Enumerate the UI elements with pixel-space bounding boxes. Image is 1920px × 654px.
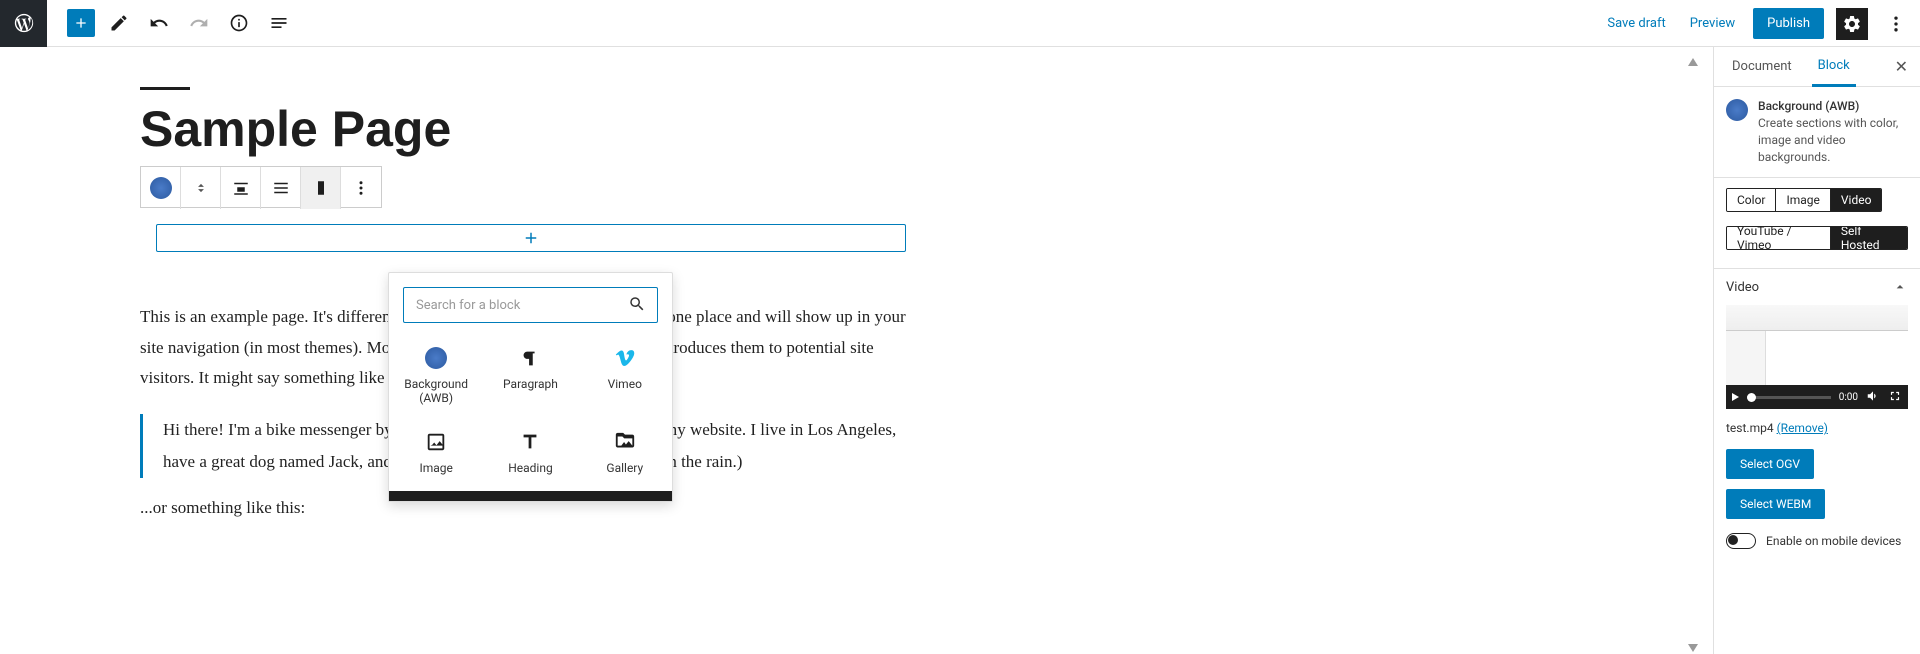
video-controls: 0:00 — [1726, 385, 1908, 409]
block-option-gallery[interactable]: Gallery — [578, 421, 672, 491]
redo-icon[interactable] — [183, 7, 215, 39]
wordpress-logo[interactable] — [0, 0, 47, 47]
vertical-align-icon[interactable] — [301, 167, 341, 209]
chevron-up-icon — [1892, 279, 1908, 295]
video-file-row: test.mp4 (Remove) — [1714, 417, 1920, 445]
background-type-tabs: Color Image Video — [1726, 188, 1882, 212]
page-title[interactable]: Sample Page — [140, 100, 920, 158]
close-sidebar-icon[interactable]: ✕ — [1895, 57, 1908, 76]
block-more-icon[interactable] — [341, 167, 381, 209]
save-draft-button[interactable]: Save draft — [1601, 16, 1671, 31]
publish-button[interactable]: Publish — [1753, 8, 1824, 39]
pill-image[interactable]: Image — [1776, 189, 1830, 211]
settings-sidebar: Document Block ✕ Background (AWB) Create… — [1713, 47, 1920, 654]
tab-document[interactable]: Document — [1726, 47, 1798, 87]
block-option-paragraph[interactable]: Paragraph — [483, 337, 577, 421]
block-search-input[interactable] — [403, 287, 658, 323]
block-info: Background (AWB) Create sections with co… — [1714, 87, 1920, 177]
video-panel-header[interactable]: Video — [1714, 268, 1920, 305]
inserter-button[interactable] — [156, 224, 906, 252]
edit-mode-icon[interactable] — [103, 7, 135, 39]
enable-mobile-label: Enable on mobile devices — [1766, 534, 1901, 548]
block-inserter-popup: Background (AWB) Paragraph Vimeo Image H… — [388, 272, 673, 502]
block-option-heading[interactable]: Heading — [483, 421, 577, 491]
block-option-awb[interactable]: Background (AWB) — [389, 337, 483, 421]
enable-mobile-row: Enable on mobile devices — [1714, 525, 1920, 557]
scrollbar-down-icon[interactable] — [1688, 644, 1698, 652]
play-icon[interactable] — [1732, 393, 1739, 401]
more-options-icon[interactable] — [1880, 8, 1912, 40]
volume-icon[interactable] — [1866, 389, 1880, 406]
preview-button[interactable]: Preview — [1684, 16, 1741, 31]
block-type-icon[interactable] — [141, 167, 181, 209]
fullscreen-icon[interactable] — [1888, 389, 1902, 406]
align-full-icon[interactable] — [261, 167, 301, 209]
info-icon[interactable] — [223, 7, 255, 39]
title-underline — [140, 87, 190, 90]
pill-video[interactable]: Video — [1831, 189, 1882, 211]
top-right-actions: Save draft Preview Publish — [1601, 0, 1912, 47]
pill-self-hosted[interactable]: Self Hosted — [1831, 227, 1907, 249]
popup-footer — [389, 491, 672, 501]
select-ogv-button[interactable]: Select OGV — [1726, 449, 1814, 479]
video-scrubber[interactable] — [1747, 396, 1831, 399]
block-move-icon[interactable] — [181, 167, 221, 209]
awb-block-icon — [1726, 99, 1748, 121]
video-preview[interactable]: 0:00 — [1726, 305, 1908, 409]
scrollbar-up-icon[interactable] — [1688, 58, 1698, 66]
settings-icon[interactable] — [1836, 8, 1868, 40]
pill-color[interactable]: Color — [1727, 189, 1776, 211]
content-width-icon[interactable] — [221, 167, 261, 209]
add-block-button[interactable] — [67, 9, 95, 37]
enable-mobile-toggle[interactable] — [1726, 533, 1756, 549]
video-source-tabs: YouTube / Vimeo Self Hosted — [1726, 226, 1908, 250]
top-toolbar: Save draft Preview Publish — [0, 0, 1920, 47]
block-name: Background (AWB) — [1758, 99, 1908, 113]
tab-block[interactable]: Block — [1812, 47, 1856, 87]
editor-canvas: Sample Page This is an example page. It'… — [0, 47, 1700, 654]
select-webm-button[interactable]: Select WEBM — [1726, 489, 1825, 519]
search-icon — [628, 295, 646, 313]
outline-icon[interactable] — [263, 7, 295, 39]
block-toolbar — [140, 166, 382, 208]
pill-youtube-vimeo[interactable]: YouTube / Vimeo — [1727, 227, 1831, 249]
block-option-vimeo[interactable]: Vimeo — [578, 337, 672, 421]
block-description: Create sections with color, image and vi… — [1758, 115, 1908, 165]
undo-icon[interactable] — [143, 7, 175, 39]
remove-video-link[interactable]: (Remove) — [1777, 421, 1828, 435]
video-filename: test.mp4 — [1726, 421, 1774, 435]
video-time: 0:00 — [1839, 392, 1858, 403]
block-option-image[interactable]: Image — [389, 421, 483, 491]
